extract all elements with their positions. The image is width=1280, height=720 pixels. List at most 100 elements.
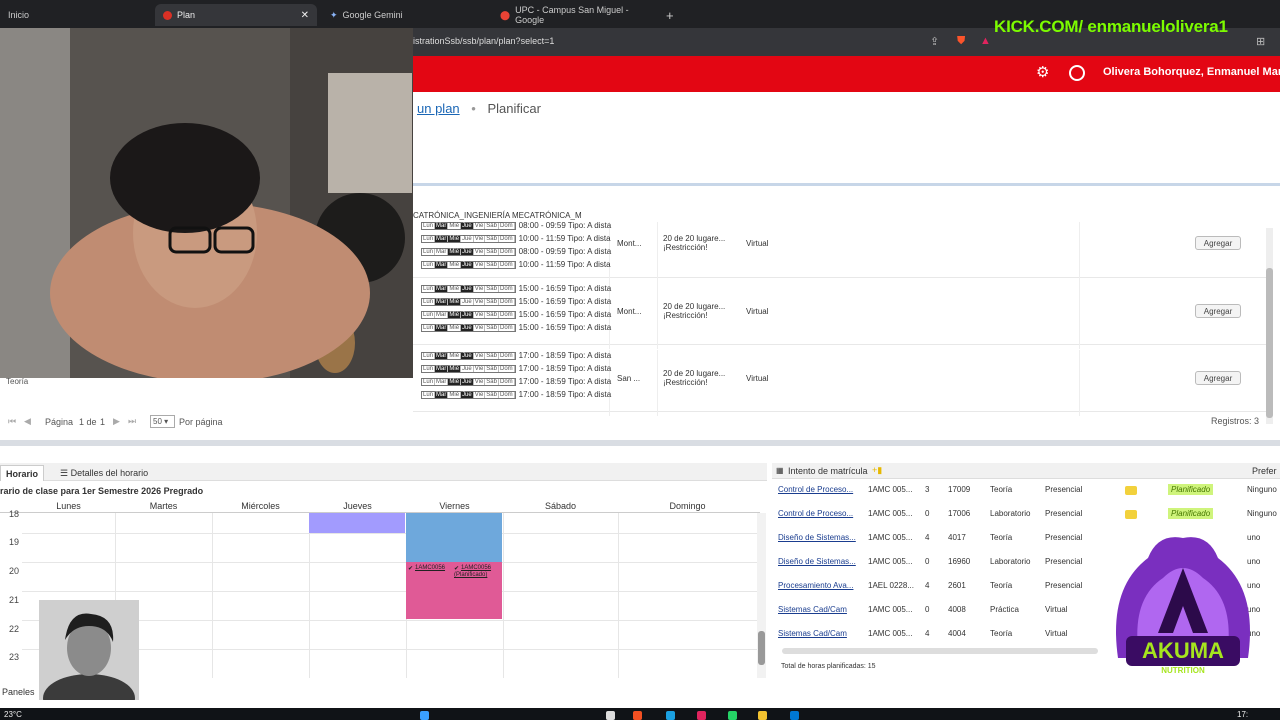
course-link[interactable]: Sistemas Cad/Cam: [778, 605, 847, 614]
taskbar-app-icon[interactable]: [697, 711, 706, 720]
add-section-button[interactable]: Agregar: [1195, 236, 1241, 250]
windows-start-icon[interactable]: [420, 711, 429, 720]
schedule-type: Teoría: [990, 485, 1013, 494]
weekday-cell: Lun: [423, 298, 436, 305]
schedule-type: Teoría: [990, 629, 1013, 638]
horizontal-scrollbar[interactable]: [782, 648, 1098, 654]
calendar-event-viernes-top[interactable]: [406, 513, 502, 562]
weekday-cell: Lun: [423, 352, 436, 359]
day-domingo: Domingo: [669, 501, 706, 511]
tab-detalles-horario[interactable]: ☰ Detalles del horario: [55, 465, 153, 481]
tab-gemini[interactable]: ✦ Google Gemini: [322, 4, 487, 26]
tab-horario[interactable]: Horario: [0, 465, 45, 481]
meeting-time: Lun Mar Mié Jue Vie Sáb Dom 17:00 - 18:59 Tipo:…: [421, 364, 611, 373]
last-page-icon[interactable]: ⏭: [128, 416, 136, 427]
brave-shield-icon[interactable]: ⛊: [957, 35, 965, 48]
new-tab-button[interactable]: +: [658, 4, 678, 26]
weekday-indicator: Lun Mar Mié Jue Vie Sáb Dom: [421, 234, 516, 243]
weekday-cell: Sáb: [486, 248, 499, 255]
preference-header: Prefer: [1252, 466, 1277, 476]
taskbar-app-icon[interactable]: [666, 711, 675, 720]
taskbar-app-icon[interactable]: [728, 711, 737, 720]
partial-row-label: Teoría: [6, 377, 29, 386]
restriction-cell[interactable]: ¡Restricción!: [663, 243, 707, 252]
event-code[interactable]: 1AMC0056: [415, 565, 445, 571]
breadcrumb-current: Planificar: [487, 101, 541, 116]
restriction-cell[interactable]: ¡Restricción!: [663, 311, 707, 320]
weekday-indicator: Lun Mar Mié Jue Vie Sáb Dom: [421, 297, 516, 306]
weekday-cell: Vie: [474, 324, 486, 331]
panel-splitter[interactable]: [0, 440, 1280, 446]
per-page-select[interactable]: 50 ▾: [150, 415, 175, 428]
close-tab-icon[interactable]: ✕: [301, 10, 309, 21]
event-code[interactable]: 1AMC0056: [461, 565, 491, 571]
calendar-scrollbar[interactable]: [757, 513, 766, 678]
section-row: Lun Mar Mié Jue Vie Sáb Dom 17:00 - 18:59 Tipo:…: [413, 350, 1267, 416]
course-link[interactable]: Procesamiento Ava...: [778, 581, 853, 590]
modality-cell: Virtual: [746, 307, 769, 316]
weekday-cell: Mié: [448, 378, 462, 385]
gear-icon[interactable]: ⚙: [1036, 63, 1049, 81]
grid-line: [22, 591, 760, 592]
weekday-cell: Sáb: [486, 324, 499, 331]
grid-line: [212, 513, 213, 678]
panels-label[interactable]: Paneles: [2, 687, 35, 697]
course-link[interactable]: Control de Proceso...: [778, 509, 853, 518]
weather-temp[interactable]: 23°C: [4, 710, 22, 719]
weekday-cell: Dom: [499, 261, 515, 268]
user-icon[interactable]: [1069, 65, 1085, 81]
add-note-icon[interactable]: +▮: [872, 465, 882, 476]
weekday-cell: Jue: [461, 311, 474, 318]
weekday-cell: Vie: [474, 298, 486, 305]
prev-page-icon[interactable]: ◀: [24, 416, 31, 427]
url-field[interactable]: istrationSsb/ssb/plan/plan?select=1: [413, 30, 913, 52]
add-section-button[interactable]: Agregar: [1195, 304, 1241, 318]
taskbar-app-icon[interactable]: [790, 711, 799, 720]
taskbar-app-icon[interactable]: [606, 711, 615, 720]
calendar-event-jueves[interactable]: [309, 513, 405, 533]
enrollment-attempt-title: Intento de matrícula: [788, 466, 868, 476]
course-link[interactable]: Diseño de Sistemas...: [778, 533, 856, 542]
modality-cell: Virtual: [746, 239, 769, 248]
add-section-button[interactable]: Agregar: [1195, 371, 1241, 385]
weekday-indicator: Lun Mar Mié Jue Vie Sáb Dom: [421, 247, 516, 256]
grid-line: [503, 513, 504, 678]
column-divider: [1079, 350, 1080, 416]
tab-maps[interactable]: ⬤ UPC - Campus San Miguel - Google: [492, 4, 654, 26]
taskbar-app-icon[interactable]: [633, 711, 642, 720]
course-link[interactable]: Control de Proceso...: [778, 485, 853, 494]
weekday-cell: Mié: [448, 365, 462, 372]
table-row[interactable]: Control de Proceso... 1AMC 005... 3 17009 Te…: [772, 478, 1280, 502]
webcam-image: [0, 28, 413, 378]
page-of-label: 1 de: [79, 417, 97, 427]
tab-inicio[interactable]: Inicio: [0, 4, 150, 26]
restriction-cell[interactable]: ¡Restricción!: [663, 378, 707, 387]
next-page-icon[interactable]: ▶: [113, 416, 120, 427]
breadcrumb-link[interactable]: un plan: [417, 101, 460, 116]
table-scrollbar[interactable]: [1266, 228, 1273, 424]
first-page-icon[interactable]: ⏮: [8, 416, 16, 427]
table-row[interactable]: Control de Proceso... 1AMC 005... 0 17006 La…: [772, 502, 1280, 526]
course-link[interactable]: Sistemas Cad/Cam: [778, 629, 847, 638]
taskbar-app-icon[interactable]: [758, 711, 767, 720]
user-name[interactable]: Olivera Bohorquez, Enmanuel Mar: [1103, 66, 1280, 78]
weekday-cell: Vie: [474, 222, 486, 229]
weekday-indicator: Lun Mar Mié Jue Vie Sáb Dom: [421, 260, 516, 269]
plan-favicon-icon: [163, 10, 172, 20]
meeting-time: Lun Mar Mié Jue Vie Sáb Dom 10:00 - 11:59 Tipo:…: [421, 260, 611, 269]
note-icon[interactable]: [1125, 510, 1137, 519]
extensions-icon[interactable]: ⊞: [1256, 35, 1265, 48]
course-link[interactable]: Diseño de Sistemas...: [778, 557, 856, 566]
weekday-cell: Vie: [474, 311, 486, 318]
meeting-time-text: 10:00 - 11:59 Tipo: A dista: [518, 260, 611, 269]
tab-title: Inicio: [8, 10, 30, 20]
crn: 17006: [948, 509, 971, 518]
seats-cell: 20 de 20 lugare...: [663, 369, 726, 378]
share-icon[interactable]: ⇪: [930, 35, 939, 48]
calendar-event-viernes[interactable]: ✔ 1AMC0056 ✔ 1AMC0056 (Planificado): [406, 562, 502, 619]
tab-plan[interactable]: Plan ✕: [155, 4, 317, 26]
per-page-label: Por página: [179, 417, 223, 427]
clock[interactable]: 17:: [1237, 710, 1248, 719]
note-icon[interactable]: [1125, 486, 1137, 495]
rewards-icon[interactable]: ▲: [980, 35, 991, 47]
